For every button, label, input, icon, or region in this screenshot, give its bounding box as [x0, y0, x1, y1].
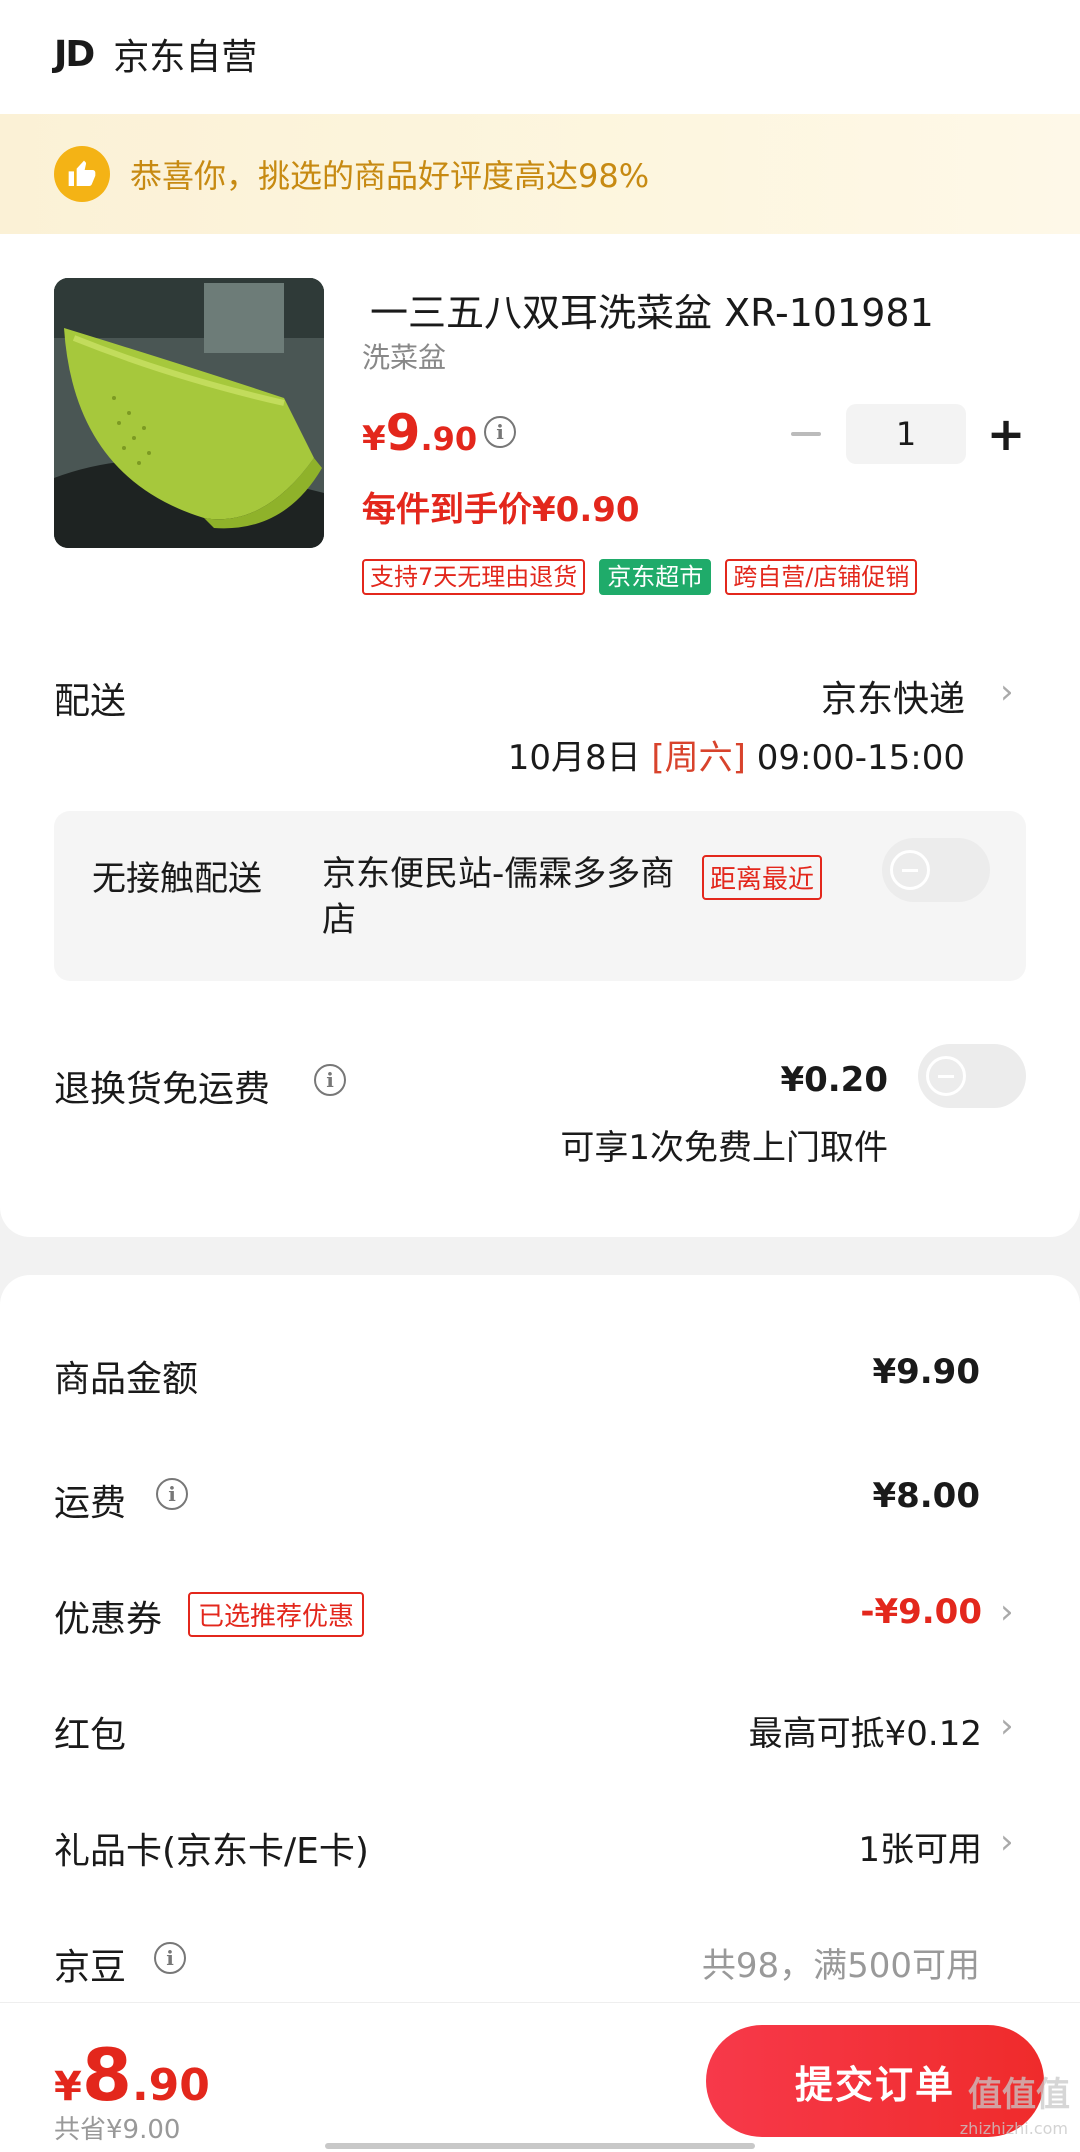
return-shipping-fee: ¥0.20 — [780, 1060, 888, 1100]
product-subtitle: 洗菜盆 — [362, 341, 447, 374]
goods-amount-label: 商品金额 — [54, 1359, 199, 1400]
nearest-badge: 距离最近 — [702, 855, 823, 900]
red-packet-label: 红包 — [54, 1715, 127, 1756]
toggle-knob — [926, 1056, 966, 1096]
contactless-delivery-box: 无接触配送 京东便民站-儒霖多多商店 距离最近 — [54, 811, 1026, 981]
decrease-button[interactable] — [780, 404, 832, 464]
info-icon[interactable]: i — [484, 416, 516, 448]
rating-banner: 恭喜你，挑选的商品好评度高达98% — [0, 114, 1080, 234]
toggle-knob — [890, 850, 930, 890]
shipping-fee-label: 运费 — [54, 1483, 127, 1524]
product-image[interactable] — [54, 278, 324, 548]
jd-logo: JD — [54, 33, 95, 75]
total-price: ¥ 8 .90 — [54, 2033, 210, 2117]
gift-card-label: 礼品卡(京东卡/E卡) — [54, 1831, 369, 1872]
chevron-right-icon[interactable]: › — [1000, 1592, 1014, 1632]
increase-button[interactable]: + — [980, 404, 1032, 464]
jingdou-label: 京豆 — [54, 1947, 127, 1988]
minus-icon — [791, 432, 821, 436]
home-indicator[interactable] — [325, 2143, 755, 2149]
info-icon[interactable]: i — [156, 1478, 188, 1510]
delivery-weekday: [周六] — [651, 738, 746, 778]
coupon-selected-badge: 已选推荐优惠 — [188, 1592, 365, 1637]
tag-return: 支持7天无理由退货 — [362, 559, 586, 595]
total-saved: 共省¥9.00 — [54, 2115, 181, 2145]
banner-text: 恭喜你，挑选的商品好评度高达98% — [130, 157, 650, 195]
gift-card-value[interactable]: 1张可用 — [858, 1822, 982, 1871]
total-decimal: .90 — [131, 2060, 210, 2111]
jingdou-value: 共98，满500可用 — [701, 1946, 980, 1986]
order-card: JD 京东自营 恭喜你，挑选的商品好评度高达98% 一三五八双耳洗菜盆 XR-1… — [0, 0, 1080, 1237]
total-currency: ¥ — [54, 2064, 82, 2110]
delivery-carrier[interactable]: 京东快递 — [821, 670, 965, 722]
unit-price: 每件到手价¥0.90 — [362, 490, 640, 530]
tag-promotion: 跨自营/店铺促销 — [725, 559, 918, 595]
product-title[interactable]: 一三五八双耳洗菜盆 XR-101981 — [370, 282, 934, 337]
info-icon[interactable]: i — [154, 1942, 186, 1974]
watermark: 值值值 — [968, 2075, 1070, 2115]
return-shipping-note: 可享1次免费上门取件 — [560, 1128, 888, 1168]
chevron-right-icon[interactable]: › — [1000, 1822, 1014, 1862]
checkout-bar: ¥ 8 .90 共省¥9.00 提交订单 值值值 zhizhizhi.com — [0, 2002, 1080, 2152]
product-tags: 支持7天无理由退货 京东超市 跨自营/店铺促销 — [362, 559, 918, 595]
contactless-label: 无接触配送 — [92, 859, 262, 899]
chevron-right-icon[interactable]: › — [1000, 1706, 1014, 1746]
price-decimal: .90 — [420, 420, 478, 458]
delivery-time[interactable]: 10月8日 [周六] 09:00-15:00 — [508, 730, 965, 779]
delivery-timeslot: 09:00-15:00 — [756, 738, 965, 778]
quantity-value[interactable]: 1 — [846, 404, 966, 464]
tag-jd-supermarket: 京东超市 — [599, 559, 712, 595]
thumbs-up-icon — [54, 146, 110, 202]
return-shipping-label: 退换货免运费 — [54, 1069, 271, 1110]
coupon-value[interactable]: -¥9.00 — [860, 1592, 982, 1632]
watermark-url: zhizhizhi.com — [959, 2119, 1068, 2138]
shop-header[interactable]: JD 京东自营 — [54, 28, 257, 80]
contactless-toggle[interactable] — [882, 838, 990, 902]
goods-amount-value: ¥9.90 — [872, 1352, 980, 1392]
shipping-fee-value: ¥8.00 — [872, 1476, 980, 1516]
product-price: ¥ 9 .90 — [362, 404, 477, 462]
delivery-label: 配送 — [54, 681, 127, 722]
total-integer: 8 — [81, 2033, 132, 2117]
pickup-station: 京东便民站-儒霖多多商店 — [322, 854, 675, 940]
delivery-date: 10月8日 — [507, 738, 641, 778]
price-currency: ¥ — [362, 419, 386, 459]
price-integer: 9 — [385, 404, 421, 462]
coupon-label: 优惠券 — [54, 1599, 163, 1640]
info-icon[interactable]: i — [314, 1064, 346, 1096]
chevron-right-icon[interactable]: › — [1000, 672, 1014, 712]
red-packet-value[interactable]: 最高可抵¥0.12 — [749, 1706, 982, 1755]
quantity-stepper: 1 + — [780, 404, 1032, 464]
shop-name: 京东自营 — [113, 37, 258, 78]
return-shipping-toggle[interactable] — [918, 1044, 1026, 1108]
